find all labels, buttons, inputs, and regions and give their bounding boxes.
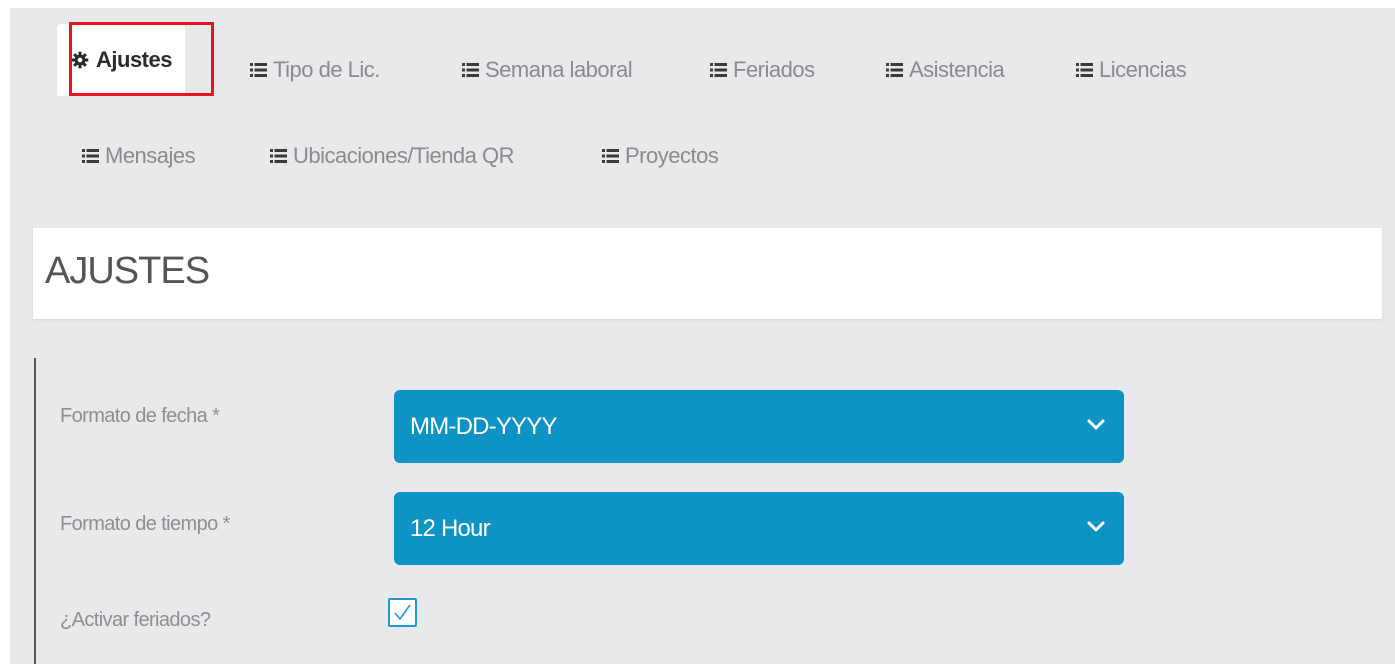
chevron-down-icon [1087,419,1105,430]
tab-mensajes-label: Mensajes [105,143,196,168]
settings-canvas: Ajustes Tipo de Lic. Semana laboral Feri… [10,8,1395,664]
tab-highlight-frame [69,22,214,96]
date-format-select[interactable]: MM-DD-YYYY [394,390,1124,463]
list-icon [250,63,267,77]
tab-licencias-label: Licencias [1099,57,1187,82]
time-format-select[interactable]: 12 Hour [394,492,1124,565]
tab-asistencia[interactable]: Asistencia [886,38,1005,102]
list-icon [710,63,727,77]
chevron-down-icon [1087,521,1105,532]
tab-mensajes[interactable]: Mensajes [82,124,196,188]
time-format-value: 12 Hour [410,514,491,542]
tab-ubicaciones[interactable]: Ubicaciones/Tienda QR [270,124,515,188]
tab-proyectos[interactable]: Proyectos [602,124,719,188]
date-format-value: MM-DD-YYYY [410,412,557,440]
tab-ubicaciones-label: Ubicaciones/Tienda QR [293,143,515,168]
list-icon [1076,63,1093,77]
tab-proyectos-label: Proyectos [625,143,719,168]
tab-licencias[interactable]: Licencias [1076,38,1187,102]
holidays-checkbox[interactable] [388,598,417,627]
tab-semana-laboral-label: Semana laboral [485,57,633,82]
tab-feriados[interactable]: Feriados [710,38,815,102]
tab-feriados-label: Feriados [733,57,815,82]
list-icon [602,149,619,163]
tab-semana-laboral[interactable]: Semana laboral [462,38,633,102]
page-header-panel: AJUSTES [33,228,1382,319]
list-icon [82,149,99,163]
list-icon [270,149,287,163]
form-divider [34,358,36,664]
list-icon [886,63,903,77]
page-title: AJUSTES [45,250,210,292]
tab-asistencia-label: Asistencia [909,57,1005,82]
time-format-label: Formato de tiempo * [60,513,230,535]
date-format-label: Formato de fecha * [60,405,220,427]
checkmark-icon [394,604,411,621]
holidays-label: ¿Activar feriados? [60,609,211,631]
list-icon [462,63,479,77]
tab-tipo-de-lic[interactable]: Tipo de Lic. [250,38,380,102]
tab-tipo-de-lic-label: Tipo de Lic. [273,57,380,82]
